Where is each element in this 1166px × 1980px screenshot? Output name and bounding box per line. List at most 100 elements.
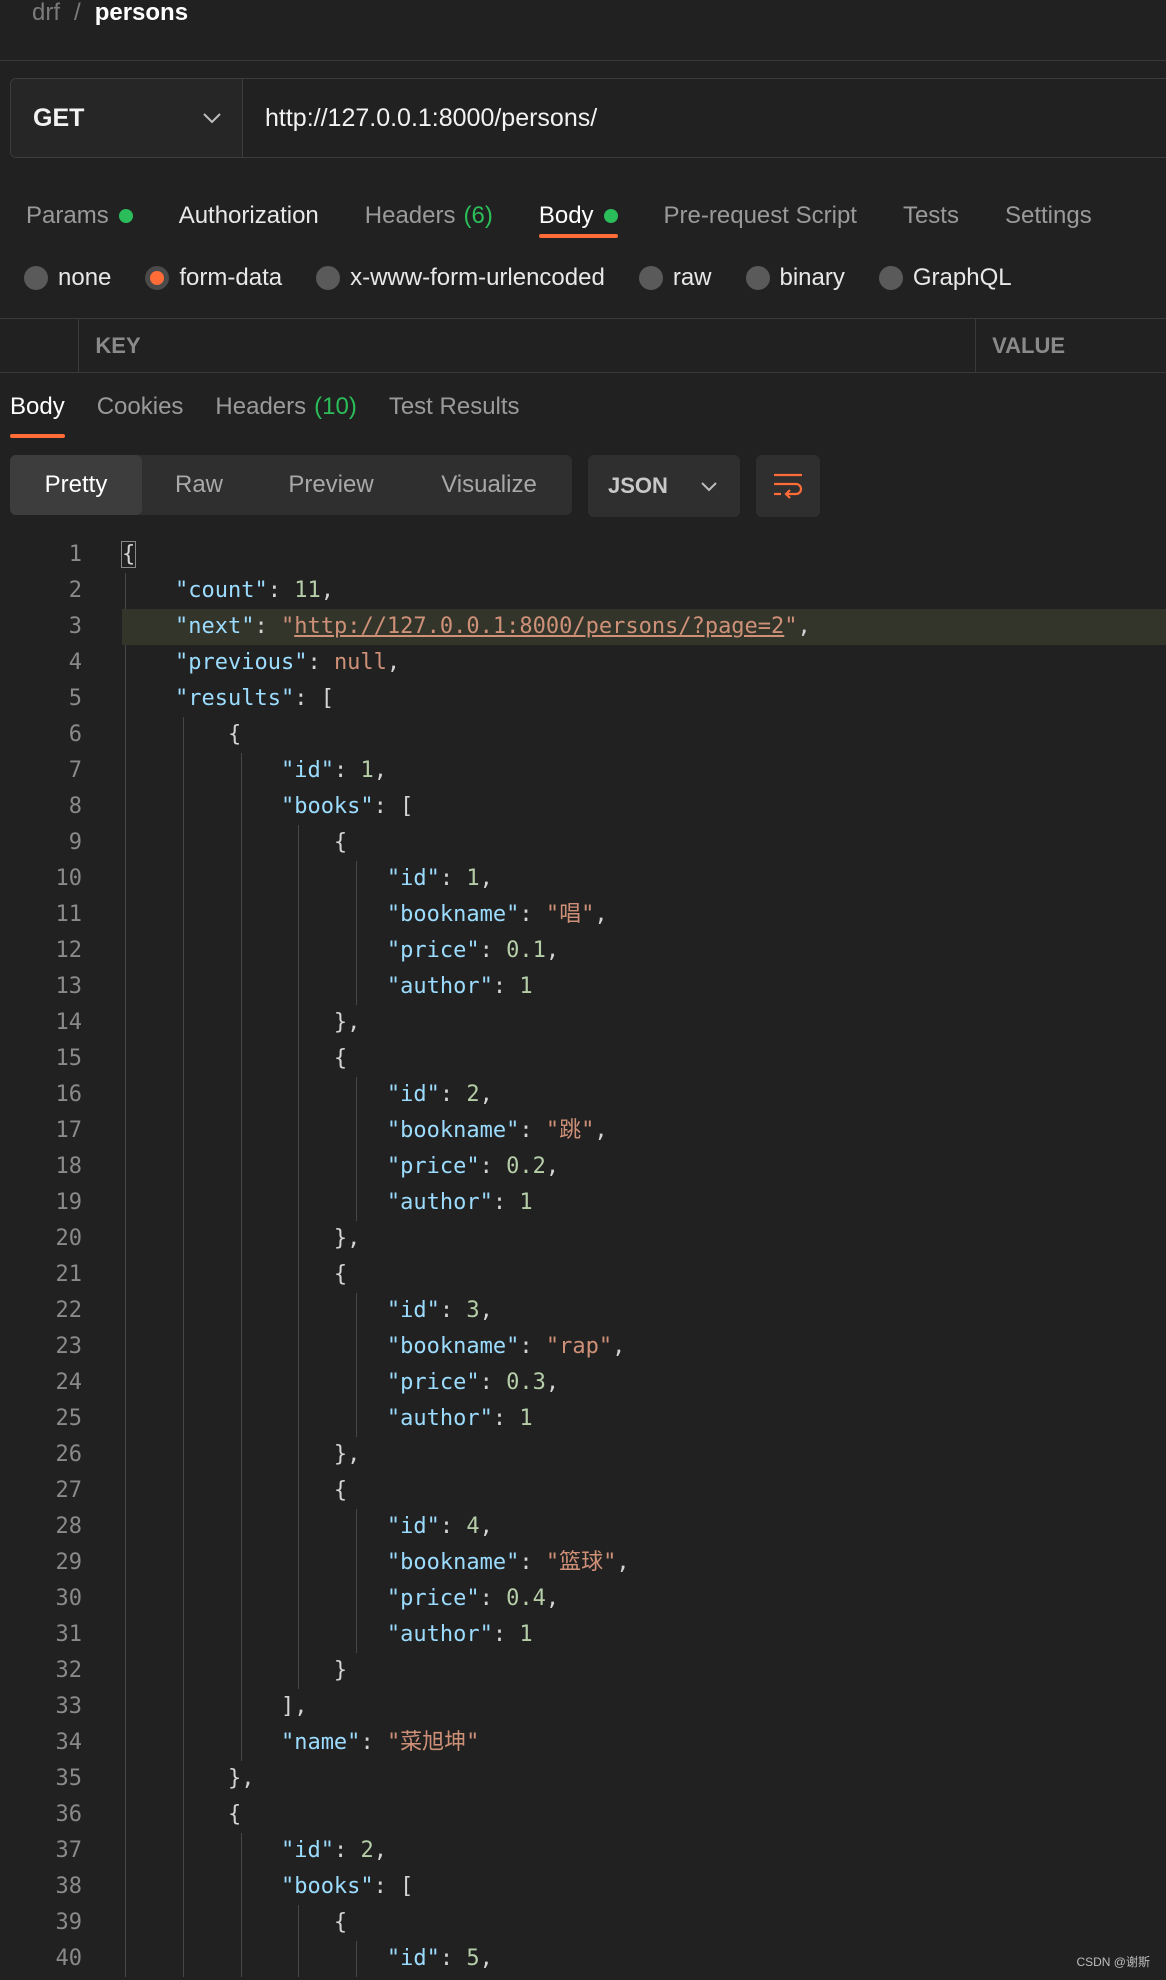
line-number: 25 [55,1406,83,1431]
line-number: 18 [55,1154,83,1179]
line-number: 40 [55,1946,83,1971]
radio-none[interactable]: none [24,264,111,292]
line-number: 1 [68,542,82,567]
code-line: 11 "bookname": "唱", [0,897,1166,933]
method-label: GET [33,103,85,132]
code-text: }, [333,1226,361,1251]
tab-cookies[interactable]: Cookies [97,376,184,438]
tab-body[interactable]: Body [538,186,618,246]
code-line: 5 "results": [ [0,681,1166,717]
tab-label: Headers [215,393,307,420]
code-line: 1{ [0,537,1166,573]
wrap-lines-button[interactable] [756,455,820,517]
code-line: 31 "author": 1 [0,1617,1166,1653]
line-number: 32 [55,1658,83,1683]
code-text: "id": 4, [386,1514,493,1539]
view-preview[interactable]: Preview [256,455,406,515]
radio-label: none [58,264,112,291]
radio-selected-icon [145,266,170,290]
tab-response-body[interactable]: Body [10,376,65,438]
line-number: 22 [55,1298,83,1323]
radio-label: GraphQL [912,264,1012,291]
radio-graphql[interactable]: GraphQL [878,264,1012,292]
code-line: 27 { [0,1473,1166,1509]
line-number: 10 [55,866,83,891]
line-number: 20 [55,1226,83,1251]
line-number: 11 [55,902,83,927]
code-line: 30 "price": 0.4, [0,1581,1166,1617]
line-number: 31 [55,1622,83,1647]
tab-params[interactable]: Params [26,186,133,246]
code-text: "id": 1, [386,866,493,891]
code-text: { [333,1262,348,1287]
view-raw[interactable]: Raw [142,455,256,515]
code-line: 9 { [0,825,1166,861]
code-text: "author": 1 [386,1622,533,1647]
breadcrumb: drf / persons [32,0,188,26]
radio-raw[interactable]: raw [638,264,712,292]
radio-binary[interactable]: binary [745,264,845,292]
view-visualize[interactable]: Visualize [406,455,572,515]
code-line: 24 "price": 0.3, [0,1365,1166,1401]
line-number: 3 [68,614,82,639]
code-text: { [227,722,242,747]
breadcrumb-request-name[interactable]: persons [95,0,188,27]
code-line: 23 "bookname": "rap", [0,1329,1166,1365]
status-dot-icon [603,209,618,223]
radio-button-icon [316,266,341,290]
code-text: "bookname": "篮球", [386,1550,630,1575]
line-number: 16 [55,1082,83,1107]
line-number: 8 [68,794,82,819]
code-line: 33 ], [0,1689,1166,1725]
code-text: ], [280,1694,308,1719]
tab-settings[interactable]: Settings [1005,186,1092,246]
kv-divider [0,372,1166,373]
code-line: 15 { [0,1041,1166,1077]
url-input[interactable]: http://127.0.0.1:8000/persons/ [243,79,1166,157]
code-line: 25 "author": 1 [0,1401,1166,1437]
radio-label: x-www-form-urlencoded [350,264,605,291]
chevron-down-icon [203,113,221,124]
line-number: 23 [55,1334,83,1359]
kv-value-header: VALUE [992,332,1066,358]
radio-x-www-form-urlencoded[interactable]: x-www-form-urlencoded [316,264,605,292]
format-select[interactable]: JSON [588,455,740,517]
radio-form-data[interactable]: form-data [145,264,282,292]
response-body-viewer[interactable]: 1{2 "count": 11, 3 "next": "http://127.0.… [0,537,1166,1977]
line-number: 13 [55,974,83,999]
code-text: }, [333,1442,361,1467]
line-number: 35 [55,1766,83,1791]
line-number: 6 [68,722,82,747]
tab-pre-request-script[interactable]: Pre-request Script [664,186,857,246]
code-line: 38 "books": [ [0,1869,1166,1905]
tab-headers[interactable]: Headers (6) [365,186,493,246]
line-number: 15 [55,1046,83,1071]
code-text: "price": 0.4, [386,1586,560,1611]
code-line: 18 "price": 0.2, [0,1149,1166,1185]
wrap-lines-icon [774,473,803,499]
line-number: 5 [68,686,82,711]
code-text: "id": 2, [386,1082,493,1107]
code-line: 3 "next": "http://127.0.0.1:8000/persons… [0,609,1166,645]
tab-response-headers[interactable]: Headers (10) [215,376,356,438]
breadcrumb-collection[interactable]: drf [32,0,60,27]
kv-key-header: KEY [79,319,977,372]
radio-label: binary [779,264,845,291]
line-number: 28 [55,1514,83,1539]
tab-tests[interactable]: Tests [903,186,959,246]
tab-test-results[interactable]: Test Results [389,376,520,438]
view-pretty[interactable]: Pretty [10,455,142,515]
code-line: 35 }, [0,1761,1166,1797]
code-text: { [227,1802,242,1827]
code-line: 12 "price": 0.1, [0,933,1166,969]
radio-button-icon [745,266,770,290]
code-line: 19 "author": 1 [0,1185,1166,1221]
code-line: 6 { [0,717,1166,753]
tab-authorization[interactable]: Authorization [179,186,319,246]
line-number: 7 [68,758,82,783]
format-label: JSON [608,473,668,498]
breadcrumb-separator: / [74,0,81,26]
code-line: 13 "author": 1 [0,969,1166,1005]
method-select[interactable]: GET [11,79,243,157]
radio-button-icon [24,266,48,290]
